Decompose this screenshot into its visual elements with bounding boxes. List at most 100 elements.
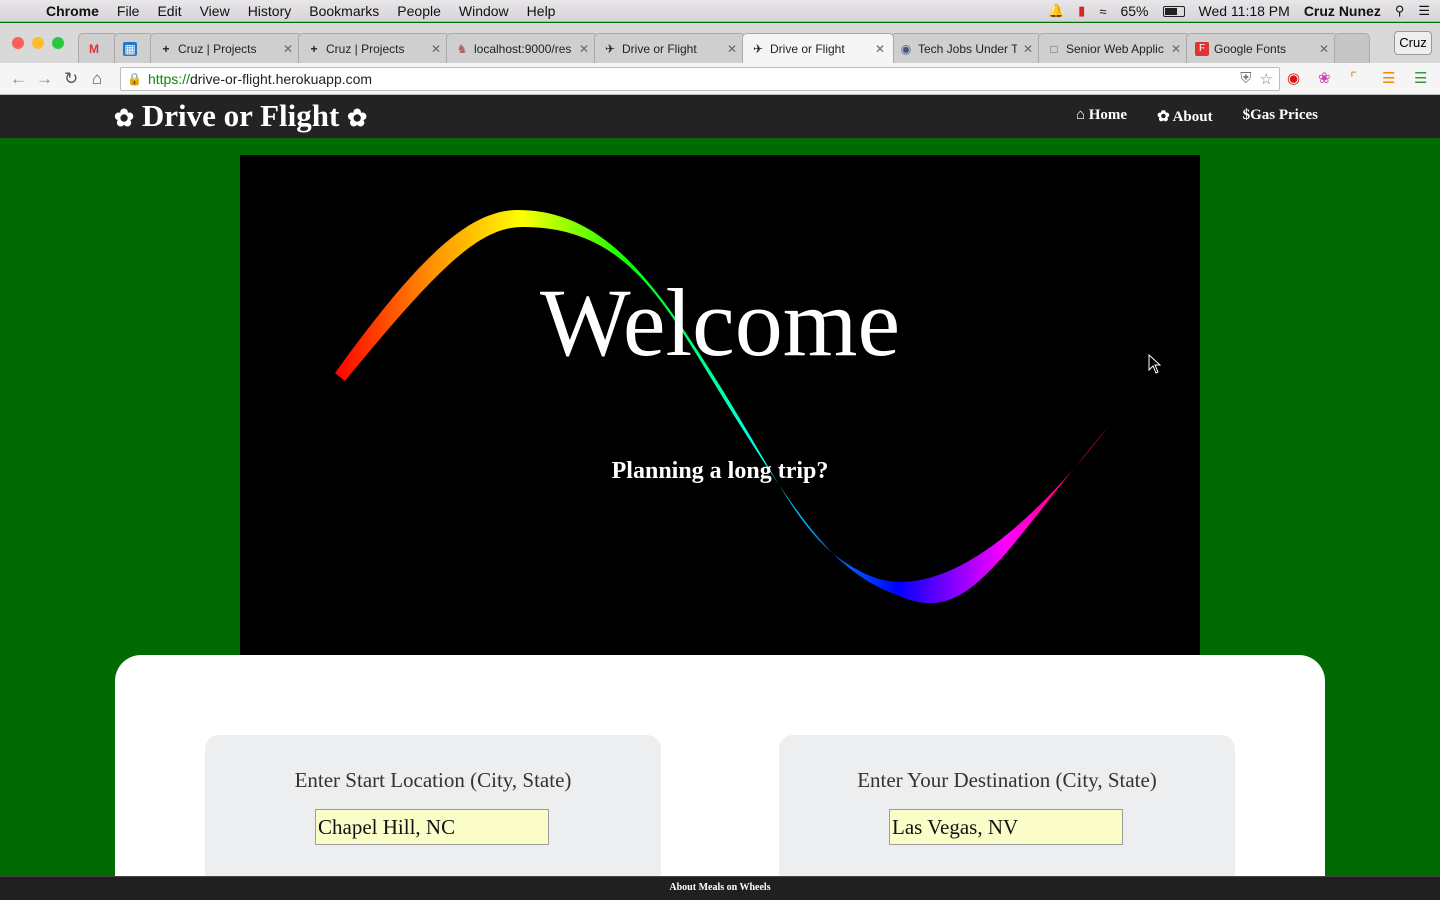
menu-history[interactable]: History — [239, 3, 301, 19]
macos-menubar: Chrome File Edit View History Bookmarks … — [0, 0, 1440, 22]
url-scheme: https:// — [147, 71, 190, 87]
trello-icon: ▦ — [123, 41, 137, 56]
start-location-input[interactable] — [315, 809, 549, 845]
brand-text: Drive or Flight — [141, 98, 340, 133]
trip-form-card: Enter Start Location (City, State) Enter… — [115, 655, 1325, 900]
hero-title: Welcome — [539, 269, 901, 376]
nav-home-label: Home — [1088, 107, 1128, 123]
opera-extension-icon[interactable]: ◉ — [1287, 69, 1300, 87]
shield-icon[interactable]: ⛨ — [1240, 70, 1251, 88]
minimize-window-button[interactable] — [32, 37, 44, 49]
plane-icon: ✈ — [604, 41, 616, 56]
menubar-clock[interactable]: Wed 11:18 PM — [1199, 3, 1290, 19]
globe-icon: ◉ — [900, 41, 912, 56]
battery-percent: 65% — [1120, 3, 1149, 19]
spotlight-search-icon[interactable]: ⚲ — [1395, 3, 1405, 19]
tab-label: Cruz | Projects — [326, 41, 405, 56]
hero-banner: Welcome Planning a long trip? — [240, 155, 1200, 655]
notification-center-icon[interactable]: ☰ — [1418, 3, 1430, 19]
red-app-icon[interactable]: ▮ — [1078, 3, 1085, 19]
menu-file[interactable]: File — [108, 3, 149, 19]
dog-icon: ♞ — [456, 41, 468, 56]
lock-icon: 🔒 — [127, 72, 142, 86]
ruler-extension-icon[interactable]: ⌜ — [1350, 69, 1357, 87]
tab-close-icon[interactable]: ✕ — [875, 42, 885, 56]
tab-google-fonts[interactable]: F Google Fonts ✕ — [1186, 33, 1338, 63]
menu-people[interactable]: People — [388, 3, 450, 19]
hero-subtitle: Planning a long trip? — [611, 458, 829, 484]
plane-icon: ✈ — [752, 41, 764, 56]
zoom-window-button[interactable] — [52, 37, 64, 49]
back-arrow-icon[interactable]: ← — [10, 69, 27, 89]
footer-link[interactable]: About Meals on Wheels — [0, 882, 1440, 893]
tab-localhost[interactable]: ♞ localhost:9000/res ✕ — [446, 33, 598, 63]
chrome-menu-icon[interactable]: ☰ — [1414, 69, 1427, 87]
flame-icon: ✿ — [347, 106, 368, 132]
tab-tech-jobs[interactable]: ◉ Tech Jobs Under T ✕ — [890, 33, 1042, 63]
tab-label: Senior Web Applic — [1066, 41, 1164, 56]
tab-drive-or-flight-1[interactable]: ✈ Drive or Flight ✕ — [594, 33, 746, 63]
site-navbar: ✿ Drive or Flight ✿ ⌂ Home ✿ About $Gas … — [0, 95, 1440, 138]
nav-about-link[interactable]: ✿ About — [1157, 107, 1213, 126]
stack-extension-icon[interactable]: ☰ — [1382, 69, 1395, 87]
forward-arrow-icon[interactable]: → — [36, 69, 53, 89]
bottom-bar: About Meals on Wheels — [0, 876, 1440, 900]
tab-label: Google Fonts — [1214, 41, 1287, 56]
browser-tabstrip: M ▦ + Cruz | Projects ✕ + Cruz | Project… — [0, 23, 1440, 63]
reload-icon[interactable]: ↻ — [64, 69, 78, 89]
menu-window[interactable]: Window — [450, 3, 518, 19]
nav-gas-prices-label: Gas Prices — [1250, 107, 1318, 123]
battery-icon[interactable] — [1162, 5, 1185, 17]
menu-view[interactable]: View — [191, 3, 239, 19]
home-icon: ⌂ — [1075, 107, 1085, 123]
menubar-user[interactable]: Cruz Nunez — [1304, 3, 1381, 19]
url-host: drive-or-flight.herokuapp.com — [189, 71, 373, 87]
tab-trello[interactable]: ▦ — [114, 33, 154, 63]
menu-bookmarks[interactable]: Bookmarks — [300, 3, 388, 19]
start-location-label: Enter Start Location (City, State) — [294, 768, 572, 792]
home-icon[interactable]: ⌂ — [92, 69, 102, 89]
browser-toolbar: ← → ↻ ⌂ 🔒 https:// drive-or-flight.herok… — [0, 63, 1440, 95]
window-controls — [12, 37, 64, 49]
menu-app-chrome[interactable]: Chrome — [44, 3, 108, 19]
nav-home-link[interactable]: ⌂ Home — [1076, 107, 1127, 126]
tab-drive-or-flight-active[interactable]: ✈ Drive or Flight ✕ — [742, 33, 894, 63]
close-window-button[interactable] — [12, 37, 24, 49]
flame-icon: ✿ — [114, 106, 135, 132]
tab-cruz-projects-1[interactable]: + Cruz | Projects ✕ — [150, 33, 302, 63]
mouse-cursor-icon — [1148, 354, 1162, 374]
rainbow-ribbon-graphic — [335, 210, 1115, 604]
address-bar[interactable]: 🔒 https:// drive-or-flight.herokuapp.com… — [120, 67, 1280, 91]
tab-close-icon[interactable]: ✕ — [1023, 42, 1033, 56]
nav-gas-prices-link[interactable]: $Gas Prices — [1243, 107, 1318, 126]
tab-close-icon[interactable]: ✕ — [431, 42, 441, 56]
tab-close-icon[interactable]: ✕ — [579, 42, 589, 56]
flame-icon: ✿ — [1157, 109, 1170, 125]
site-brand[interactable]: ✿ Drive or Flight ✿ — [114, 98, 367, 134]
tab-close-icon[interactable]: ✕ — [283, 42, 293, 56]
doc-icon: □ — [1050, 41, 1058, 56]
dollar-icon: $ — [1242, 107, 1251, 123]
tab-close-icon[interactable]: ✕ — [1319, 42, 1329, 56]
menu-help[interactable]: Help — [518, 3, 565, 19]
tab-label: Tech Jobs Under T — [918, 41, 1017, 56]
tab-close-icon[interactable]: ✕ — [727, 42, 737, 56]
tab-label: Drive or Flight — [770, 41, 845, 56]
destination-input[interactable] — [889, 809, 1123, 845]
plus-icon: + — [162, 41, 170, 56]
tab-cruz-projects-2[interactable]: + Cruz | Projects ✕ — [298, 33, 450, 63]
nav-about-label: About — [1172, 109, 1213, 125]
wifi-icon[interactable]: ≈ — [1099, 4, 1106, 19]
tab-gmail[interactable]: M — [78, 33, 118, 63]
new-tab-button[interactable] — [1334, 33, 1370, 63]
google-fonts-icon: F — [1195, 41, 1209, 56]
bookmark-star-icon[interactable]: ☆ — [1260, 70, 1273, 88]
tab-close-icon[interactable]: ✕ — [1171, 42, 1181, 56]
tab-label: Cruz | Projects — [178, 41, 257, 56]
profile-button[interactable]: Cruz — [1394, 31, 1432, 55]
notification-bell-icon[interactable]: 🔔 — [1048, 3, 1064, 19]
color-picker-extension-icon[interactable]: ❀ — [1318, 69, 1331, 87]
tab-senior-web[interactable]: □ Senior Web Applic ✕ — [1038, 33, 1190, 63]
menu-edit[interactable]: Edit — [148, 3, 190, 19]
destination-label: Enter Your Destination (City, State) — [857, 768, 1157, 792]
